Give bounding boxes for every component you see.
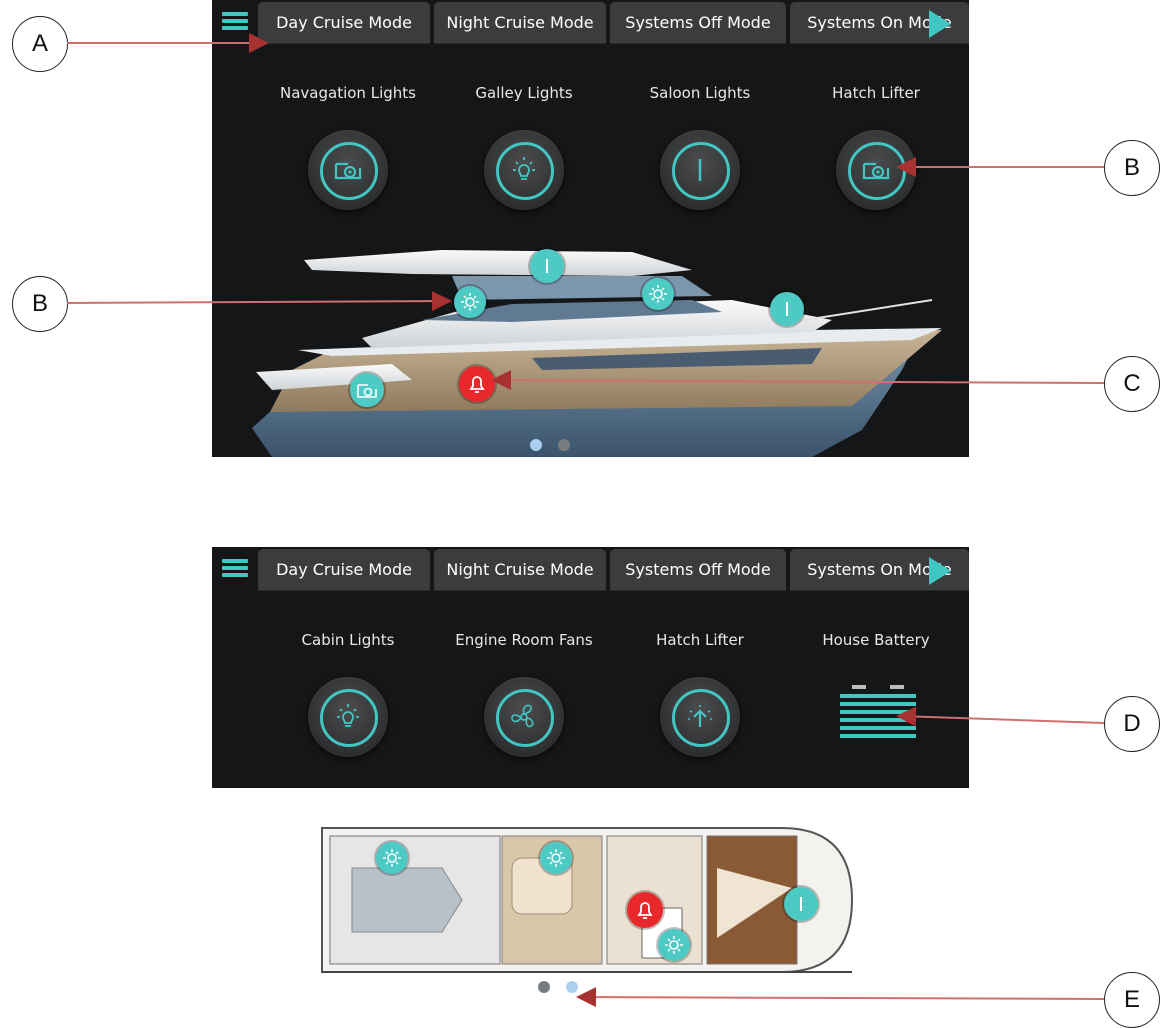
tab-night-cruise-mode[interactable]: Night Cruise Mode — [434, 2, 606, 44]
deck-plan-illustration — [321, 827, 854, 973]
mode-tab-bar: Day Cruise Mode Night Cruise Mode System… — [212, 547, 969, 594]
navigation-lights-button[interactable] — [308, 130, 388, 210]
battery-icon[interactable] — [840, 685, 916, 745]
menu-icon[interactable] — [222, 559, 248, 581]
floorplan-marker-light[interactable] — [376, 842, 408, 874]
screen-2: Day Cruise Mode Night Cruise Mode System… — [212, 547, 969, 1003]
light-bulb-icon — [337, 704, 359, 727]
engine-room-fans-button[interactable] — [484, 677, 564, 757]
power-icon — [786, 302, 788, 316]
yacht-marker-power-2[interactable] — [770, 292, 804, 326]
alarm-bell-icon — [469, 376, 485, 393]
yacht-marker-alarm[interactable] — [459, 366, 495, 402]
light-icon — [547, 849, 565, 867]
hatch-up-icon — [688, 705, 712, 727]
scroll-tabs-right-icon[interactable] — [929, 10, 951, 38]
hatch-lifter-icon — [862, 162, 890, 180]
power-icon — [546, 259, 548, 273]
floorplan-marker-light-3[interactable] — [658, 929, 690, 961]
cabin-lights-button[interactable] — [308, 677, 388, 757]
yacht-profile-illustration — [252, 250, 942, 457]
callout-d: D — [1104, 696, 1160, 752]
deck-floor-plan — [212, 788, 969, 1003]
hatch-lifter-up-button[interactable] — [660, 677, 740, 757]
light-icon — [649, 285, 667, 303]
tab-night-cruise-mode[interactable]: Night Cruise Mode — [434, 549, 606, 591]
floorplan-marker-alarm[interactable] — [627, 892, 663, 928]
tab-day-cruise-mode[interactable]: Day Cruise Mode — [258, 549, 430, 591]
yacht-marker-light-2[interactable] — [642, 278, 674, 310]
control-label-navigation-lights: Navagation Lights — [280, 84, 416, 102]
tab-systems-off-mode[interactable]: Systems Off Mode — [610, 2, 786, 44]
light-icon — [665, 936, 683, 954]
callout-e: E — [1104, 972, 1160, 1028]
light-icon — [461, 293, 479, 311]
control-label-engine-room-fans: Engine Room Fans — [455, 631, 593, 649]
yacht-marker-power[interactable] — [530, 249, 564, 283]
control-label-cabin-lights: Cabin Lights — [301, 631, 395, 649]
control-label-galley-lights: Galley Lights — [475, 84, 573, 102]
hatch-lifter-button[interactable] — [836, 130, 916, 210]
yacht-marker-light[interactable] — [454, 286, 486, 318]
page-indicator-dot-1-active[interactable] — [530, 439, 542, 451]
callout-c: C — [1104, 356, 1160, 412]
hatch-lifter-icon — [357, 384, 377, 398]
tab-day-cruise-mode[interactable]: Day Cruise Mode — [258, 2, 430, 44]
page-indicator-dot-2[interactable] — [558, 439, 570, 451]
callout-b-left: B — [12, 276, 68, 332]
floorplan-marker-light-2[interactable] — [540, 842, 572, 874]
light-bulb-icon — [513, 157, 535, 180]
mode-tab-bar: Day Cruise Mode Night Cruise Mode System… — [212, 0, 969, 47]
power-icon — [698, 159, 702, 181]
saloon-lights-button[interactable] — [660, 130, 740, 210]
scroll-tabs-right-icon[interactable] — [929, 557, 951, 585]
menu-icon[interactable] — [222, 12, 248, 34]
callout-b-right: B — [1104, 140, 1160, 196]
floorplan-marker-power[interactable] — [784, 887, 818, 921]
page-indicator-dot-2-active[interactable] — [566, 981, 578, 993]
light-icon — [383, 849, 401, 867]
power-icon — [800, 897, 802, 911]
fan-icon — [511, 704, 534, 728]
screen-1: Day Cruise Mode Night Cruise Mode System… — [212, 0, 969, 457]
callout-a: A — [12, 16, 68, 72]
tab-systems-off-mode[interactable]: Systems Off Mode — [610, 549, 786, 591]
alarm-bell-icon — [637, 902, 653, 919]
control-label-hatch-lifter: Hatch Lifter — [656, 631, 744, 649]
control-label-saloon-lights: Saloon Lights — [649, 84, 751, 102]
page-indicator-dot-1[interactable] — [538, 981, 550, 993]
control-label-hatch-lifter: Hatch Lifter — [832, 84, 920, 102]
yacht-marker-hatch[interactable] — [350, 373, 384, 407]
galley-lights-button[interactable] — [484, 130, 564, 210]
control-label-house-battery: House Battery — [822, 631, 930, 649]
hatch-lifter-icon — [334, 162, 362, 180]
